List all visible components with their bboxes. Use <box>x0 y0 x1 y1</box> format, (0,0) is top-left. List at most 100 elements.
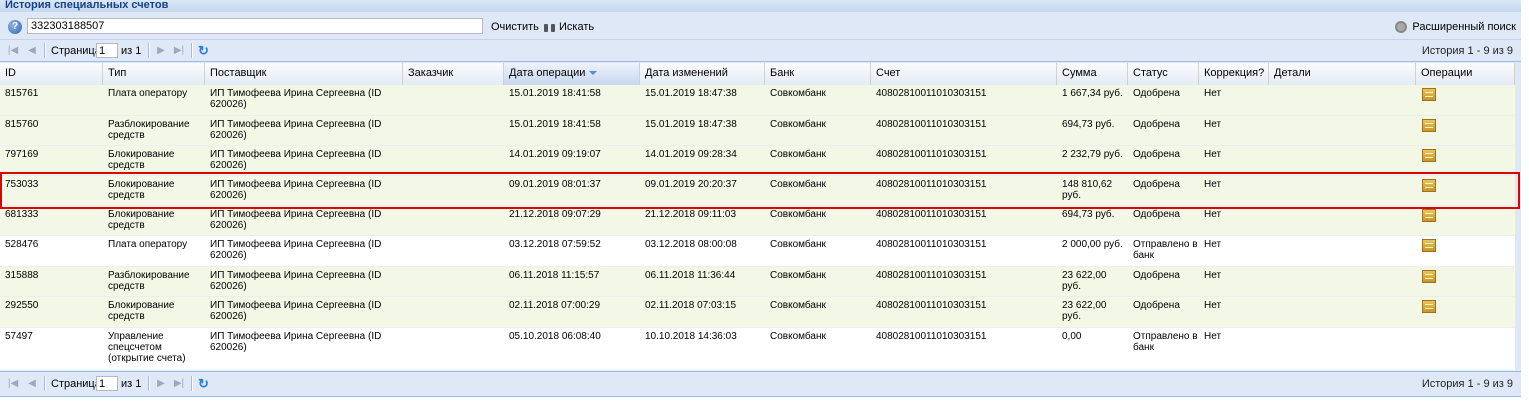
page-count-label: из 1 <box>121 45 142 57</box>
cell-operation-date: 15.01.2019 18:41:58 <box>509 119 601 130</box>
column-header-status[interactable]: Статус <box>1128 63 1199 85</box>
cell-amount: 2 000,00 руб. <box>1062 239 1123 250</box>
table-row[interactable]: 681333 Блокирование средств ИП Тимофеева… <box>0 206 1515 236</box>
cell-type: Управление спецсчетом (открытие счета) <box>108 331 186 364</box>
search-button[interactable]: Искать <box>544 21 594 33</box>
cell-modification-date: 09.01.2019 20:20:37 <box>645 179 737 190</box>
cell-modification-date: 15.01.2019 18:47:38 <box>645 88 737 99</box>
toolbar-separator <box>44 376 46 391</box>
toolbar-separator <box>191 43 193 58</box>
prev-page-icon[interactable]: ◀ <box>26 45 38 56</box>
column-header-operation-date-label: Дата операции <box>509 67 586 79</box>
column-header-account[interactable]: Счет <box>871 63 1057 85</box>
table-row[interactable]: 753033 Блокирование средств ИП Тимофеева… <box>0 176 1515 206</box>
operations-scroll-icon[interactable] <box>1422 88 1436 101</box>
column-header-id[interactable]: ID <box>0 63 103 85</box>
cell-correction: Нет <box>1204 179 1222 190</box>
last-page-icon[interactable]: ▶| <box>173 378 185 389</box>
cell-bank: Совкомбанк <box>770 331 826 342</box>
column-header-bank[interactable]: Банк <box>765 63 871 85</box>
operations-scroll-icon[interactable] <box>1422 300 1436 313</box>
column-header-amount[interactable]: Сумма <box>1057 63 1128 85</box>
first-page-icon[interactable]: |◀ <box>7 45 19 56</box>
clear-button[interactable]: Очистить <box>491 21 539 33</box>
column-header-operations[interactable]: Операции <box>1416 63 1515 85</box>
cell-account: 40802810011010303151 <box>876 300 987 311</box>
next-page-icon[interactable]: ▶ <box>155 378 167 389</box>
page-number-input[interactable] <box>96 376 118 391</box>
table-row[interactable]: 528476 Плата оператору ИП Тимофеева Ирин… <box>0 236 1515 267</box>
cell-account: 40802810011010303151 <box>876 149 987 160</box>
column-header-details[interactable]: Детали <box>1269 63 1416 85</box>
help-icon[interactable]: ? <box>8 20 22 34</box>
operations-scroll-icon[interactable] <box>1422 239 1436 252</box>
prev-page-icon[interactable]: ◀ <box>26 378 38 389</box>
cell-correction: Нет <box>1204 270 1222 281</box>
first-page-icon[interactable]: |◀ <box>7 378 19 389</box>
cell-status: Одобрена <box>1133 88 1180 99</box>
toolbar-separator <box>191 376 193 391</box>
cell-bank: Совкомбанк <box>770 270 826 281</box>
last-page-icon[interactable]: ▶| <box>173 45 185 56</box>
cell-bank: Совкомбанк <box>770 119 826 130</box>
cell-status: Одобрена <box>1133 300 1180 311</box>
cell-amount: 23 622,00 руб. <box>1062 270 1107 292</box>
column-header-correction[interactable]: Коррекция? <box>1199 63 1269 85</box>
cell-type: Блокирование средств <box>108 179 175 201</box>
operations-scroll-icon[interactable] <box>1422 119 1436 132</box>
operations-scroll-icon[interactable] <box>1422 149 1436 162</box>
cell-amount: 694,73 руб. <box>1062 209 1115 220</box>
toolbar-separator <box>148 376 150 391</box>
cell-operation-date: 02.11.2018 07:00:29 <box>509 300 601 311</box>
page-label: Страница <box>51 378 101 390</box>
table-row[interactable]: 292550 Блокирование средств ИП Тимофеева… <box>0 297 1515 328</box>
cell-operation-date: 14.01.2019 09:19:07 <box>509 149 601 160</box>
cell-supplier: ИП Тимофеева Ирина Сергеевна (ID 620026) <box>210 119 382 141</box>
page-number-input[interactable] <box>96 43 118 58</box>
table-row[interactable]: 797169 Блокирование средств ИП Тимофеева… <box>0 146 1515 176</box>
next-page-icon[interactable]: ▶ <box>155 45 167 56</box>
cell-modification-date: 02.11.2018 07:03:15 <box>645 300 737 311</box>
cell-operation-date: 05.10.2018 06:08:40 <box>509 331 601 342</box>
operations-scroll-icon[interactable] <box>1422 270 1436 283</box>
cell-supplier: ИП Тимофеева Ирина Сергеевна (ID 620026) <box>210 209 382 231</box>
cell-account: 40802810011010303151 <box>876 331 987 342</box>
refresh-icon[interactable]: ↻ <box>198 44 211 57</box>
table-row[interactable]: 57497 Управление спецсчетом (открытие сч… <box>0 328 1515 371</box>
refresh-icon[interactable]: ↻ <box>198 377 211 390</box>
column-header-customer[interactable]: Заказчик <box>403 63 504 85</box>
column-header-operation-date[interactable]: Дата операции <box>504 63 640 85</box>
cell-modification-date: 21.12.2018 09:11:03 <box>645 209 737 220</box>
cell-operation-date: 09.01.2019 08:01:37 <box>509 179 601 190</box>
cell-amount: 694,73 руб. <box>1062 119 1115 130</box>
search-input[interactable] <box>27 18 483 34</box>
cell-bank: Совкомбанк <box>770 300 826 311</box>
cell-modification-date: 15.01.2019 18:47:38 <box>645 119 737 130</box>
operations-scroll-icon[interactable] <box>1422 209 1436 222</box>
cell-amount: 1 667,34 руб. <box>1062 88 1123 99</box>
cell-id: 315888 <box>5 270 39 281</box>
cell-bank: Совкомбанк <box>770 239 826 250</box>
cell-modification-date: 10.10.2018 14:36:03 <box>645 331 737 342</box>
column-header-type[interactable]: Тип <box>103 63 205 85</box>
cell-amount: 0,00 <box>1062 331 1082 342</box>
cell-supplier: ИП Тимофеева Ирина Сергеевна (ID 620026) <box>210 270 382 292</box>
advanced-search-button[interactable]: Расширенный поиск <box>1395 21 1516 33</box>
table-row[interactable]: 815760 Разблокирование средств ИП Тимофе… <box>0 116 1515 146</box>
cell-amount: 23 622,00 руб. <box>1062 300 1107 322</box>
cell-supplier: ИП Тимофеева Ирина Сергеевна (ID 620026) <box>210 179 382 201</box>
cell-supplier: ИП Тимофеева Ирина Сергеевна (ID 620026) <box>210 149 382 171</box>
search-bar: ? Очистить Искать Расширенный поиск <box>0 12 1521 40</box>
cell-status: Одобрена <box>1133 119 1180 130</box>
column-header-modification-date[interactable]: Дата изменений <box>640 63 765 85</box>
advanced-search-label: Расширенный поиск <box>1412 21 1516 33</box>
cell-operation-date: 03.12.2018 07:59:52 <box>509 239 601 250</box>
table-row[interactable]: 815761 Плата оператору ИП Тимофеева Ирин… <box>0 85 1515 116</box>
table-row[interactable]: 315888 Разблокирование средств ИП Тимофе… <box>0 267 1515 297</box>
cell-operation-date: 06.11.2018 11:15:57 <box>509 270 600 281</box>
cell-amount: 148 810,62 руб. <box>1062 179 1113 201</box>
cell-status: Отправлено в банк <box>1133 239 1198 261</box>
operations-scroll-icon[interactable] <box>1422 179 1436 192</box>
cell-account: 40802810011010303151 <box>876 88 987 99</box>
column-header-supplier[interactable]: Поставщик <box>205 63 403 85</box>
